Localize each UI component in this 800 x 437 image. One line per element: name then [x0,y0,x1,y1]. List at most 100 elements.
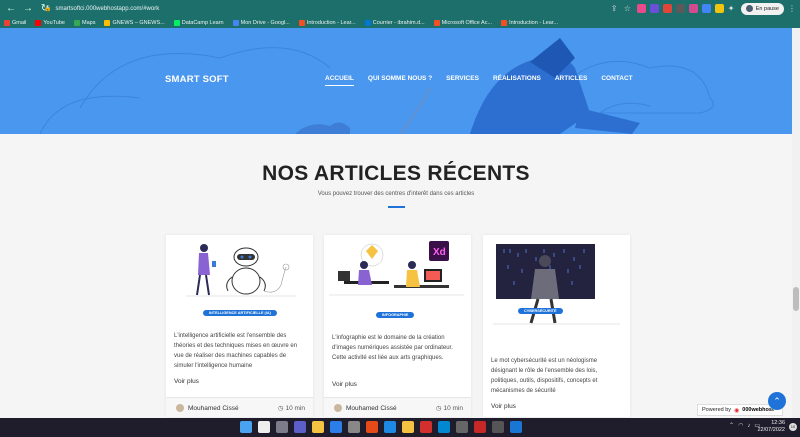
bookmark-icon [433,19,440,26]
profile-button[interactable]: En pause [740,2,784,15]
host-name: 000webhost [742,407,774,413]
bookmark-item[interactable]: Microsoft Office Ac... [433,19,492,26]
bookmark-icon [35,19,42,26]
bookmark-label: Gmail [12,19,27,26]
forward-arrow-icon[interactable]: → [22,3,34,15]
title-underline [388,206,405,208]
extension-icon[interactable] [649,4,659,13]
photos-icon[interactable] [492,421,504,433]
share-icon[interactable]: ⇪ [611,4,620,13]
nav-link-articles[interactable]: ARTICLES [555,75,588,82]
nav-link-réalisations[interactable]: RÉALISATIONS [493,75,541,82]
site-logo[interactable]: SMART SOFT [165,74,229,85]
bookmark-item[interactable]: GNEWS – GNEWS... [104,19,165,26]
read-more-link[interactable]: Voir plus [491,403,516,410]
file-explorer-icon[interactable] [312,421,324,433]
browser-chrome: ← → ↻ 🔒 smartsoftci.000webhostapp.com/#w… [0,0,800,28]
extension-icon[interactable] [701,4,711,13]
star-icon[interactable]: ☆ [624,4,633,13]
article-excerpt: L'infographie est le domaine de la créat… [332,335,453,361]
wifi-icon[interactable]: ◠ [738,422,743,429]
article-card-infographie[interactable]: Xd INFOGRAPHIE L'infographie est le doma… [324,235,471,417]
category-badge[interactable]: CYBERSÉCURITÉ [518,308,563,314]
clock-icon: ◷ [277,405,284,412]
category-badge[interactable]: INFOGRAPHIE [376,312,415,318]
address-bar[interactable]: 🔒 smartsoftci.000webhostapp.com/#work [44,3,604,15]
nav-link-contact[interactable]: CONTACT [601,75,632,82]
lock-icon: 🔒 [44,6,52,12]
hero-banner: SMART SOFT ACCUEIL QUI SOMME NOUS ? SERVIC… [0,28,792,134]
scrollbar-thumb[interactable] [793,287,799,311]
bookmark-item[interactable]: Courrier - ibrahim.d... [364,19,425,26]
volume-icon[interactable]: ♪ [747,423,750,429]
powered-by-label: Powered by [702,407,732,413]
folder-icon[interactable] [402,421,414,433]
read-more-link[interactable]: Voir plus [174,378,199,385]
avatar [745,5,753,12]
chevron-up-icon[interactable]: ⌃ [729,422,734,429]
bookmark-item[interactable]: Introduction - Lear... [501,19,558,26]
puzzle-icon[interactable]: ✦ [728,4,737,13]
extension-icon[interactable] [662,4,672,13]
bookmark-item[interactable]: Mon Drive - Googl... [232,19,290,26]
back-to-top-button[interactable]: ⌃ [768,392,786,410]
section-title: NOS ARTICLES RÉCENTS [262,162,530,185]
bookmark-label: GNEWS – GNEWS... [112,19,165,26]
notification-badge[interactable]: 10 [789,423,797,431]
bookmark-icon [501,19,508,26]
bookmark-item[interactable]: Gmail [4,19,27,26]
back-arrow-icon[interactable]: ← [5,3,17,15]
teams-icon[interactable] [294,421,306,433]
bookmark-label: Mon Drive - Googl... [240,19,290,26]
author-name: Mouhamed Cissé [188,404,239,412]
extension-icon[interactable] [636,4,646,13]
bookmark-label: Courrier - ibrahim.d... [372,19,425,26]
clock[interactable]: 12:36 22/07/2022 [757,420,785,434]
word-icon[interactable] [384,421,396,433]
store-icon[interactable] [348,421,360,433]
vscode-icon[interactable] [438,421,450,433]
article-card-ai[interactable]: INTELLIGENCE ARTIFICIELLE (IA) L'intelli… [166,235,313,417]
category-badge[interactable]: INTELLIGENCE ARTIFICIELLE (IA) [203,310,277,316]
bookmark-icon [298,19,305,26]
extension-icon[interactable] [688,4,698,13]
article-excerpt: L'intelligence artificielle est l'ensemb… [174,333,298,369]
profile-label: En pause [755,5,779,12]
avatar [176,404,184,412]
bookmarks-bar: Gmail YouTube Maps GNEWS – GNEWS... DataCamp… [0,17,800,28]
bookmark-label: YouTube [43,19,65,26]
search-icon[interactable] [258,421,270,433]
extension-icon[interactable] [714,4,724,13]
bookmark-item[interactable]: Introduction - Lear... [298,19,356,26]
bookmark-item[interactable]: Maps [74,19,95,26]
bookmark-item[interactable]: DataCamp Learn [173,19,224,26]
cybersecurity-illustration [493,244,620,325]
edge-icon[interactable] [330,421,342,433]
scrollbar-track[interactable] [792,28,800,418]
avatar [334,404,342,412]
bookmark-icon [232,19,239,26]
infographie-illustration: Xd [329,241,464,296]
nav-link-qui-somme-nous[interactable]: QUI SOMME NOUS ? [368,75,432,82]
extension-icon[interactable] [675,4,685,13]
bookmark-label: Introduction - Lear... [306,19,356,26]
read-more-link[interactable]: Voir plus [332,381,357,388]
menu-kebab-icon[interactable]: ⋮ [788,4,796,13]
app-icon[interactable] [510,421,522,433]
bookmark-label: DataCamp Learn [181,19,224,26]
app-icon[interactable] [420,421,432,433]
nav-link-accueil[interactable]: ACCUEIL [325,75,354,86]
app-icon[interactable] [456,421,468,433]
bookmark-item[interactable]: YouTube [35,19,65,26]
article-card-cybersecurite[interactable]: CYBERSÉCURITÉ Le mot cybersécurité est u… [483,235,630,417]
windows-start-icon[interactable] [240,421,252,433]
author: Mouhamed Cissé [334,404,397,412]
card-footer: Mouhamed Cissé ◷ 10 min [166,397,313,417]
app-icon[interactable] [474,421,486,433]
task-view-icon[interactable] [276,421,288,433]
chrome-icon[interactable] [366,421,378,433]
author: Mouhamed Cissé [176,404,239,412]
nav-link-services[interactable]: SERVICES [446,75,479,82]
bookmark-icon [74,19,80,26]
system-tray: ⌃ ◠ ♪ ▭ [729,422,760,430]
